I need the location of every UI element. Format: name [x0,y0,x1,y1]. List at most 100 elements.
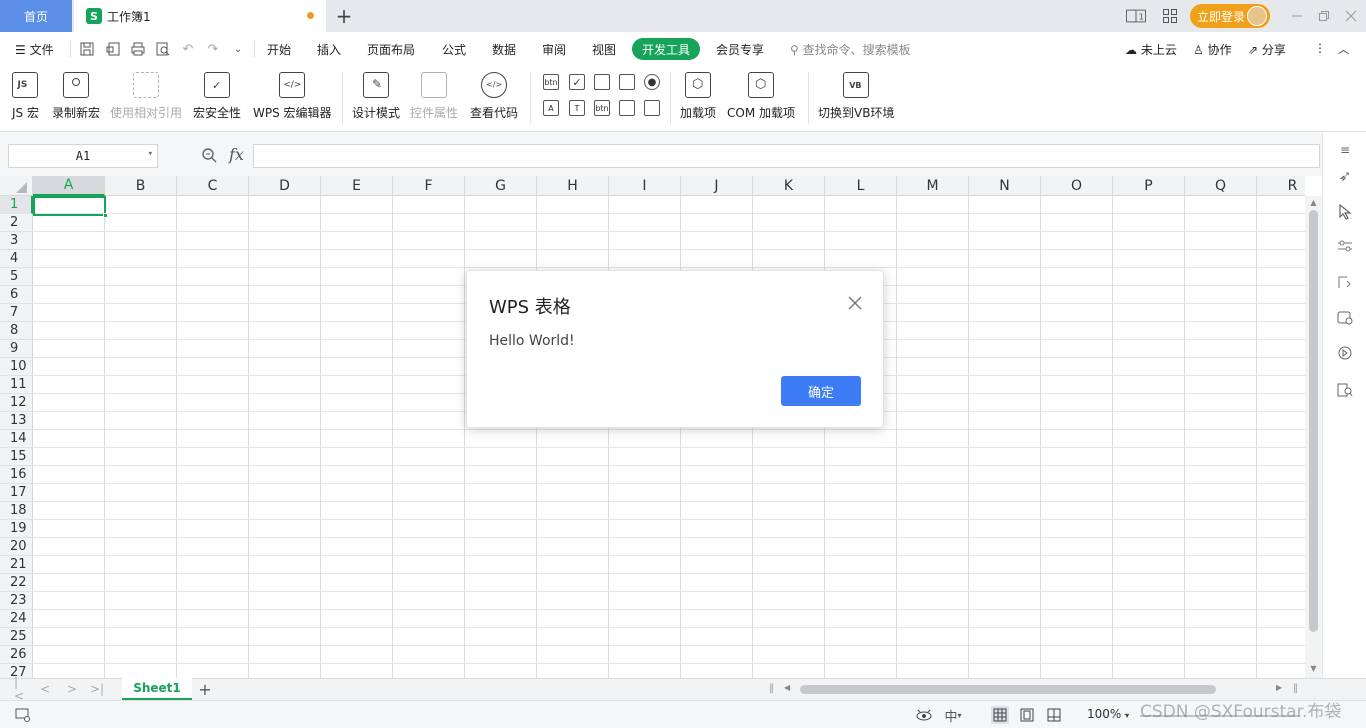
switch-vb-button[interactable]: VB 切换到VB环境 [818,72,894,121]
ok-button[interactable]: 确定 [781,376,861,406]
design-mode-button[interactable]: ✎ 设计模式 [352,72,400,121]
row-header-11[interactable]: 11 [0,376,33,394]
cloud-status-button[interactable]: ☁ 未上云 [1125,41,1177,58]
row-header-1[interactable]: 1 [0,196,33,214]
splitter-handle-icon[interactable]: ‖ [769,683,774,694]
format-icon[interactable] [1335,272,1355,292]
login-button[interactable]: 立即登录 [1190,4,1270,28]
row-header-10[interactable]: 10 [0,358,33,376]
column-header-d[interactable]: D [249,176,321,196]
textbox-control-icon[interactable]: T [569,100,585,116]
vertical-scroll-thumb[interactable] [1309,210,1318,632]
column-header-j[interactable]: J [681,176,753,196]
sliders-icon[interactable] [1335,236,1355,256]
new-tab-button[interactable]: + [333,4,355,28]
select-all-corner[interactable] [0,176,33,196]
column-header-p[interactable]: P [1113,176,1185,196]
button-control-icon[interactable]: btn [543,74,559,90]
row-header-23[interactable]: 23 [0,592,33,610]
row-header-8[interactable]: 8 [0,322,33,340]
apps-grid-icon[interactable] [1160,6,1180,26]
column-header-a[interactable]: A [33,176,105,196]
wps-macro-editor-button[interactable]: </> WPS 宏编辑器 [253,72,332,121]
restore-icon[interactable] [1314,6,1334,26]
column-header-r[interactable]: R [1257,176,1305,196]
addins-button[interactable]: ⬡ 加载项 [680,72,716,121]
tab-formulas[interactable]: 公式 [442,41,466,58]
normal-view-icon[interactable] [991,706,1009,724]
tab-home[interactable]: 首页 [0,0,72,32]
macro-record-status-icon[interactable] [14,706,32,724]
share-button[interactable]: ⇗ 分享 [1248,41,1286,58]
zoom-search-icon[interactable] [201,147,217,163]
view-code-button[interactable]: </> 查看代码 [470,72,518,121]
scroll-left-icon[interactable]: ◀ [784,683,790,692]
zoom-level[interactable]: 100% ▾ [1087,707,1129,721]
previous-sheet-icon[interactable]: < [38,682,52,696]
row-header-7[interactable]: 7 [0,304,33,322]
control-properties-button[interactable]: 控件属性 [410,72,458,121]
row-header-14[interactable]: 14 [0,430,33,448]
column-header-m[interactable]: M [897,176,969,196]
row-header-9[interactable]: 9 [0,340,33,358]
column-header-l[interactable]: L [825,176,897,196]
export-pdf-icon[interactable] [105,41,121,57]
row-header-15[interactable]: 15 [0,448,33,466]
more-options-icon[interactable]: ⋮ [1314,41,1326,55]
next-sheet-icon[interactable]: > [65,682,79,696]
first-sheet-icon[interactable]: |< [14,675,28,703]
listbox-control-icon[interactable] [619,74,635,90]
row-header-16[interactable]: 16 [0,466,33,484]
column-header-k[interactable]: K [753,176,825,196]
row-header-25[interactable]: 25 [0,628,33,646]
column-header-g[interactable]: G [465,176,537,196]
column-header-n[interactable]: N [969,176,1041,196]
name-box[interactable]: A1 ▾ [8,144,158,168]
scroll-right-icon[interactable]: ▶ [1276,683,1282,692]
chevron-down-icon[interactable]: ▾ [148,149,153,159]
active-cell-A1[interactable] [33,196,108,218]
undo-icon[interactable]: ↶ [180,41,196,57]
collaborate-button[interactable]: ♙ 协作 [1193,41,1232,58]
toggle-button-control-icon[interactable]: btn [594,100,610,116]
cursor-select-icon[interactable] [1335,202,1355,222]
row-header-2[interactable]: 2 [0,214,33,232]
row-header-17[interactable]: 17 [0,484,33,502]
tab-document[interactable]: S 工作簿1 [74,0,326,32]
column-header-o[interactable]: O [1041,176,1113,196]
scroll-up-icon[interactable]: ▲ [1309,198,1318,207]
record-macro-button[interactable]: 录制新宏 [52,72,100,121]
js-macro-button[interactable]: JS JS 宏 [12,72,39,121]
com-addins-button[interactable]: ⬡ COM 加载项 [727,72,795,121]
row-header-22[interactable]: 22 [0,574,33,592]
location-pin-icon[interactable] [1335,344,1355,364]
tab-review[interactable]: 审阅 [542,41,566,58]
macro-security-button[interactable]: ✓ 宏安全性 [193,72,241,121]
redo-icon[interactable]: ↷ [205,41,221,57]
column-header-h[interactable]: H [537,176,609,196]
radio-control-icon[interactable]: ● [644,74,660,90]
image-settings-icon[interactable] [1335,308,1355,328]
cell-area[interactable] [33,196,1305,678]
column-header-e[interactable]: E [321,176,393,196]
row-header-3[interactable]: 3 [0,232,33,250]
eye-protection-icon[interactable] [915,706,933,724]
add-sheet-button[interactable]: + [196,680,214,699]
close-window-icon[interactable] [1341,6,1361,26]
horizontal-scroll-thumb[interactable] [800,685,1216,694]
rocket-icon[interactable]: ➶ [1335,166,1355,186]
row-header-6[interactable]: 6 [0,286,33,304]
row-header-20[interactable]: 20 [0,538,33,556]
fill-handle[interactable] [103,213,108,218]
last-sheet-icon[interactable]: >| [90,682,104,696]
book-search-icon[interactable] [1335,380,1355,400]
row-header-5[interactable]: 5 [0,268,33,286]
collapse-ribbon-icon[interactable]: ︿ [1338,41,1349,57]
print-icon[interactable] [130,41,146,57]
tab-developer-tools[interactable]: 开发工具 [632,38,700,60]
panel-menu-icon[interactable]: ≡ [1335,140,1355,160]
sheet-tab-sheet1[interactable]: Sheet1 [122,678,192,700]
row-header-26[interactable]: 26 [0,646,33,664]
insert-function-icon[interactable]: fx [229,145,244,164]
column-header-q[interactable]: Q [1185,176,1257,196]
